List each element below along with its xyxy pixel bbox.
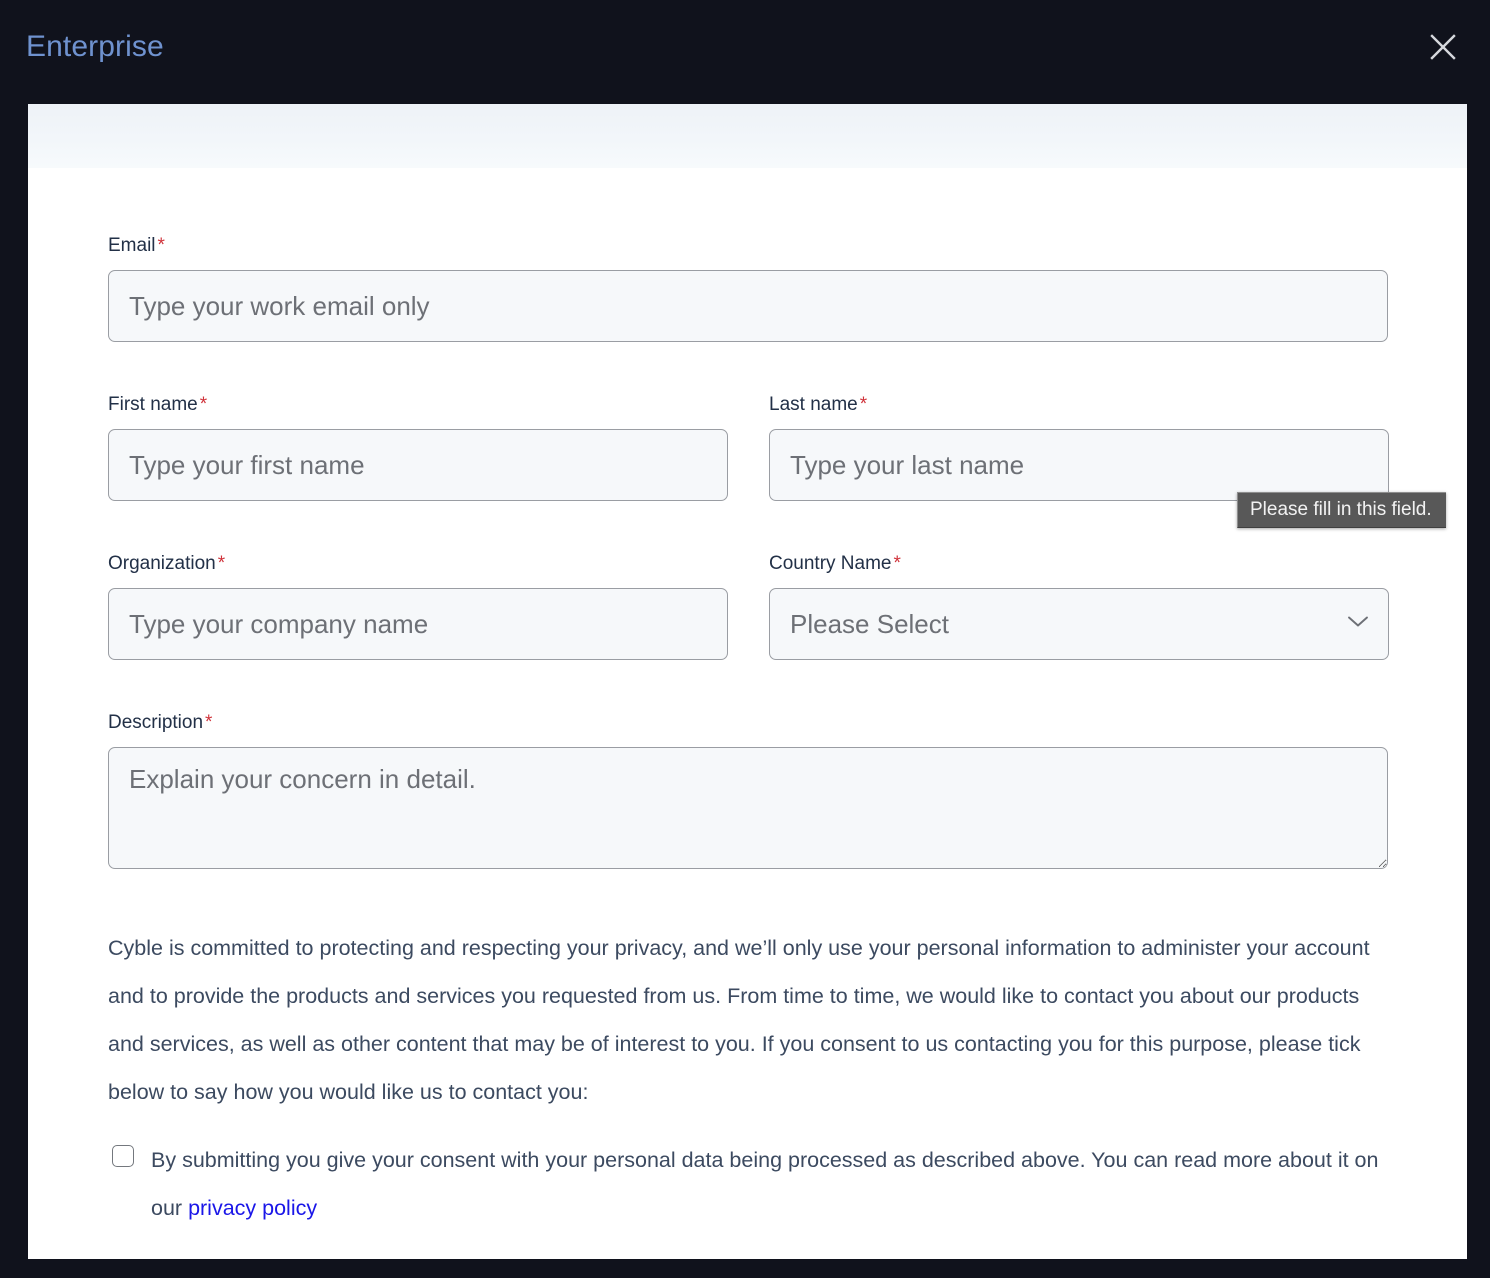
last-name-required-marker: * bbox=[859, 394, 868, 415]
organization-label-text: Organization bbox=[108, 553, 216, 574]
consent-label: By submitting you give your consent with… bbox=[151, 1136, 1388, 1232]
last-name-label: Last name * bbox=[769, 393, 1389, 417]
field-last-name: Last name * bbox=[769, 393, 1389, 501]
validation-tooltip-text: Please fill in this field. bbox=[1250, 499, 1432, 520]
country-select-wrap: Please Select bbox=[769, 588, 1389, 660]
email-required-marker: * bbox=[157, 235, 165, 256]
first-name-label-text: First name bbox=[108, 394, 198, 415]
enterprise-contact-modal: Enterprise Email * Type your work email … bbox=[0, 0, 1490, 1278]
org-country-row: Organization* Country Name* Please Selec… bbox=[108, 552, 1389, 660]
description-required-marker: * bbox=[205, 712, 213, 733]
country-label-text: Country Name bbox=[769, 553, 892, 574]
country-select[interactable]: Please Select bbox=[769, 588, 1389, 660]
organization-required-marker: * bbox=[217, 553, 226, 574]
field-organization: Organization * bbox=[108, 552, 728, 660]
country-label: Country Name * bbox=[769, 552, 1389, 576]
close-icon bbox=[1428, 32, 1458, 62]
organization-input[interactable] bbox=[108, 588, 728, 660]
last-name-input[interactable] bbox=[769, 429, 1389, 501]
modal-header: Enterprise bbox=[0, 0, 1490, 104]
field-country: Country Name * Please Select bbox=[769, 552, 1389, 660]
last-name-label-text: Last name bbox=[769, 394, 858, 415]
first-name-label: First name * bbox=[108, 393, 728, 417]
organization-label: Organization * bbox=[108, 552, 728, 576]
privacy-paragraph: Cyble is committed to protecting and res… bbox=[108, 936, 1370, 1104]
description-label-text: Description bbox=[108, 712, 204, 733]
field-description: Description * bbox=[108, 711, 1388, 869]
privacy-policy-link[interactable]: privacy policy bbox=[188, 1196, 317, 1220]
panel-top-strip bbox=[28, 104, 1467, 168]
country-required-marker: * bbox=[893, 553, 901, 574]
modal-panel: Email* First name* Last name* bbox=[28, 104, 1467, 1259]
email-input[interactable] bbox=[108, 270, 1388, 342]
name-row: First name* Last name* bbox=[108, 393, 1389, 501]
field-first-name: First name * bbox=[108, 393, 728, 501]
email-label-text: Email bbox=[108, 235, 156, 256]
validation-tooltip: Please fill in this field. bbox=[1237, 492, 1446, 528]
first-name-input[interactable] bbox=[108, 429, 728, 501]
consent-checkbox[interactable] bbox=[112, 1145, 134, 1167]
first-name-required-marker: * bbox=[199, 394, 208, 415]
consent-row: By submitting you give your consent with… bbox=[108, 1136, 1388, 1232]
page-title: Enterprise bbox=[26, 30, 164, 63]
description-textarea[interactable] bbox=[108, 747, 1388, 869]
enterprise-form: Email* First name* Last name* bbox=[108, 234, 1389, 1232]
email-label: Email * bbox=[108, 234, 1388, 258]
field-email: Email * bbox=[108, 234, 1388, 342]
close-button[interactable] bbox=[1422, 26, 1464, 68]
consent-text: By submitting you give your consent with… bbox=[151, 1148, 1379, 1220]
description-label: Description * bbox=[108, 711, 1388, 735]
